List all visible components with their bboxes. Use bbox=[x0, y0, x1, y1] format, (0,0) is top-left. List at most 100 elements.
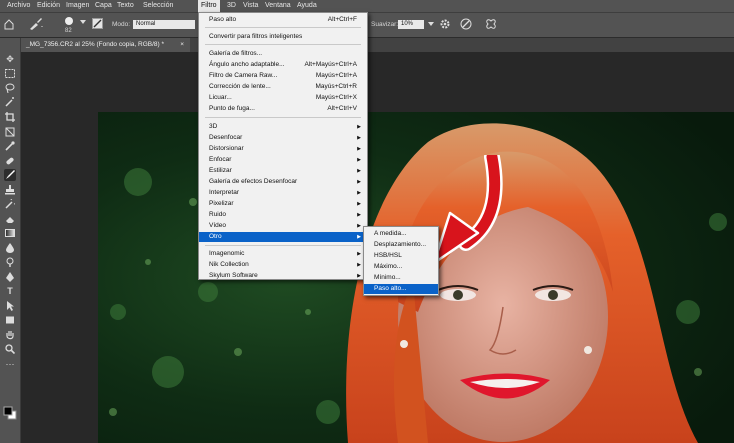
submenu-arrow-icon: ▶ bbox=[357, 124, 361, 130]
menu-imagen[interactable]: Imagen bbox=[63, 0, 92, 12]
menu-filtro[interactable]: Filtro bbox=[198, 0, 220, 12]
brush-size-value: 82 bbox=[65, 28, 72, 34]
menu-item-liquify[interactable]: Licuar... Mayús+Ctrl+X bbox=[199, 93, 367, 103]
menu-item-filter-gallery[interactable]: Galería de filtros... bbox=[199, 49, 367, 59]
menu-item-ruido[interactable]: Ruido ▶ bbox=[199, 210, 367, 220]
pen-tool-icon[interactable] bbox=[4, 271, 16, 283]
menu-item-nik-collection[interactable]: Nik Collection ▶ bbox=[199, 260, 367, 270]
menu-item-shortcut: Alt+Ctrl+V bbox=[327, 105, 357, 112]
magic-wand-tool-icon[interactable] bbox=[4, 96, 16, 108]
menu-archivo[interactable]: Archivo bbox=[4, 0, 33, 12]
menu-capa[interactable]: Capa bbox=[92, 0, 115, 12]
hand-tool-icon[interactable] bbox=[4, 329, 16, 341]
menu-item-skylum-software[interactable]: Skylum Software ▶ bbox=[199, 271, 367, 281]
close-tab-icon[interactable]: × bbox=[180, 38, 184, 52]
submenu-item-label: Paso alto... bbox=[374, 285, 407, 292]
color-swatches-icon[interactable] bbox=[3, 406, 17, 420]
submenu-arrow-icon: ▶ bbox=[357, 179, 361, 185]
mode-label: Modo: bbox=[112, 21, 131, 28]
healing-brush-tool-icon[interactable] bbox=[4, 155, 16, 167]
brush-preview-icon[interactable] bbox=[62, 16, 76, 26]
submenu-item-label: Máximo... bbox=[374, 263, 403, 270]
symmetry-butterfly-icon[interactable] bbox=[485, 18, 497, 30]
menu-item-adaptive-wide-angle[interactable]: Ángulo ancho adaptable... Alt+Mayús+Ctrl… bbox=[199, 60, 367, 70]
menu-texto[interactable]: Texto bbox=[114, 0, 137, 12]
submenu-item-maximo[interactable]: Máximo... bbox=[364, 262, 438, 272]
menu-item-last-filter[interactable]: Paso alto Alt+Ctrl+F bbox=[199, 15, 367, 25]
document-tab[interactable]: _MG_7356.CR2 al 25% (Fondo copia, RGB/8)… bbox=[20, 38, 190, 52]
eraser-tool-icon[interactable] bbox=[4, 213, 16, 225]
brush-tool-preset-icon[interactable] bbox=[28, 17, 44, 31]
menu-separator bbox=[205, 44, 361, 45]
gradient-tool-icon[interactable] bbox=[4, 227, 16, 239]
menu-item-label: Convertir para filtros inteligentes bbox=[209, 33, 303, 40]
home-icon[interactable] bbox=[4, 18, 14, 30]
type-tool-icon[interactable]: T bbox=[4, 285, 16, 297]
submenu-item-desplazamiento[interactable]: Desplazamiento... bbox=[364, 240, 438, 250]
menu-item-label: Estilizar bbox=[209, 167, 232, 174]
path-selection-tool-icon[interactable] bbox=[4, 300, 16, 312]
menu-item-enfocar[interactable]: Enfocar ▶ bbox=[199, 155, 367, 165]
menu-item-video[interactable]: Vídeo ▶ bbox=[199, 221, 367, 231]
submenu-arrow-icon: ▶ bbox=[357, 157, 361, 163]
lasso-tool-icon[interactable] bbox=[4, 82, 16, 94]
zoom-tool-icon[interactable] bbox=[4, 343, 16, 355]
marquee-tool-icon[interactable] bbox=[4, 67, 16, 79]
menu-item-label: Imagenomic bbox=[209, 250, 245, 257]
menu-item-label: Enfocar bbox=[209, 156, 232, 163]
pressure-opacity-icon[interactable] bbox=[460, 18, 472, 30]
menu-item-distorsionar[interactable]: Distorsionar ▶ bbox=[199, 144, 367, 154]
frame-tool-icon[interactable] bbox=[4, 126, 16, 138]
menu-item-desenfocar[interactable]: Desenfocar ▶ bbox=[199, 133, 367, 143]
menu-item-label: Nik Collection bbox=[209, 261, 249, 268]
submenu-item-hsb-hsl[interactable]: HSB/HSL bbox=[364, 251, 438, 261]
menu-item-smart-filters[interactable]: Convertir para filtros inteligentes bbox=[199, 32, 367, 42]
move-tool-icon[interactable]: ✥ bbox=[4, 53, 16, 65]
eyedropper-tool-icon[interactable] bbox=[4, 140, 16, 152]
clone-stamp-tool-icon[interactable] bbox=[4, 184, 16, 196]
menu-seleccion[interactable]: Selección bbox=[140, 0, 176, 12]
smoothing-value: 10% bbox=[401, 21, 414, 27]
dodge-tool-icon[interactable] bbox=[4, 256, 16, 268]
menu-vista[interactable]: Vista bbox=[240, 0, 261, 12]
mode-select[interactable]: Normal bbox=[133, 20, 195, 29]
document-tab-title: _MG_7356.CR2 al 25% (Fondo copia, RGB/8)… bbox=[26, 41, 165, 48]
rectangle-tool-icon[interactable] bbox=[4, 314, 16, 326]
menu-item-vanishing-point[interactable]: Punto de fuga... Alt+Ctrl+V bbox=[199, 104, 367, 114]
mode-value: Normal bbox=[136, 21, 156, 27]
smoothing-dropdown-icon[interactable] bbox=[428, 21, 434, 27]
submenu-item-a-medida[interactable]: A medida... bbox=[364, 229, 438, 239]
menu-3d[interactable]: 3D bbox=[224, 0, 239, 12]
blur-tool-icon[interactable] bbox=[4, 242, 16, 254]
menu-item-blur-gallery[interactable]: Galería de efectos Desenfocar ▶ bbox=[199, 177, 367, 187]
submenu-item-label: HSB/HSL bbox=[374, 252, 402, 259]
menu-item-label: Ruido bbox=[209, 211, 226, 218]
history-brush-tool-icon[interactable] bbox=[4, 198, 16, 210]
menu-item-camera-raw[interactable]: Filtro de Camera Raw... Mayús+Ctrl+A bbox=[199, 71, 367, 81]
submenu-arrow-icon: ▶ bbox=[357, 212, 361, 218]
menu-edicion[interactable]: Edición bbox=[34, 0, 63, 12]
brush-tool-icon[interactable] bbox=[4, 169, 16, 181]
menu-item-3d[interactable]: 3D ▶ bbox=[199, 122, 367, 132]
brush-dropdown-icon[interactable] bbox=[80, 19, 86, 25]
menu-ventana[interactable]: Ventana bbox=[262, 0, 294, 12]
menu-item-lens-correction[interactable]: Corrección de lente... Mayús+Ctrl+R bbox=[199, 82, 367, 92]
menu-item-imagenomic[interactable]: Imagenomic ▶ bbox=[199, 249, 367, 259]
submenu-item-minimo[interactable]: Mínimo... bbox=[364, 273, 438, 283]
menu-item-interpretar[interactable]: Interpretar ▶ bbox=[199, 188, 367, 198]
menu-item-pixelizar[interactable]: Pixelizar ▶ bbox=[199, 199, 367, 209]
menu-item-label: Otro bbox=[209, 233, 222, 240]
menu-item-otro[interactable]: Otro ▶ bbox=[199, 232, 367, 242]
menu-ayuda[interactable]: Ayuda bbox=[294, 0, 320, 12]
menu-item-label: Corrección de lente... bbox=[209, 83, 271, 90]
submenu-arrow-icon: ▶ bbox=[357, 146, 361, 152]
crop-tool-icon[interactable] bbox=[4, 111, 16, 123]
submenu-item-label: Desplazamiento... bbox=[374, 241, 427, 248]
smoothing-input[interactable]: 10% bbox=[398, 20, 424, 29]
smoothing-options-gear-icon[interactable] bbox=[439, 18, 451, 30]
submenu-item-paso-alto[interactable]: Paso alto... bbox=[364, 284, 438, 294]
brush-panel-icon[interactable] bbox=[92, 18, 103, 29]
menu-item-estilizar[interactable]: Estilizar ▶ bbox=[199, 166, 367, 176]
more-tools-icon[interactable]: ··· bbox=[4, 358, 16, 370]
submenu-arrow-icon: ▶ bbox=[357, 201, 361, 207]
